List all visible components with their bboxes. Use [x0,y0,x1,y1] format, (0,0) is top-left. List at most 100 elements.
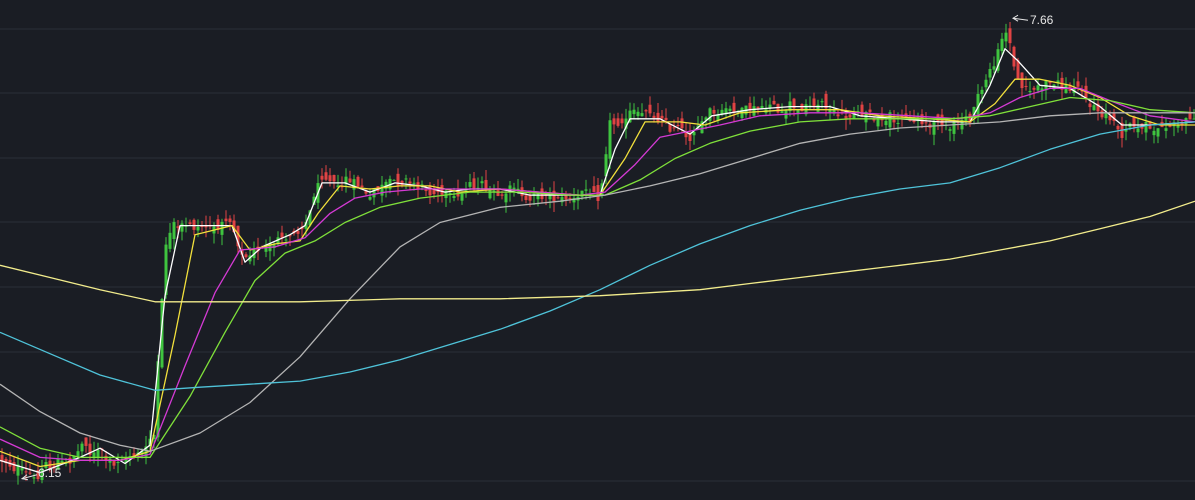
candle-body-89 [356,176,360,187]
candle-body-291 [1164,128,1168,131]
candle-body-56 [224,218,228,222]
candle-body-71 [284,239,288,241]
candle-body-138 [552,190,556,202]
candle-body-259 [1036,85,1040,91]
candle-body-45 [180,223,184,232]
candle-body-87 [348,178,352,183]
candle-body-254 [1016,60,1020,80]
candle-body-148 [592,186,596,193]
candle-body-57 [228,218,232,222]
candle-body-118 [472,178,476,189]
candle-body-61 [244,254,248,258]
candle-body-125 [500,194,504,196]
candle-body-110 [440,185,444,195]
candle-body-154 [616,118,620,126]
candle-body-178 [712,109,716,114]
candle-body-113 [452,195,456,199]
candle-body-272 [1088,103,1092,108]
candle-body-139 [556,197,560,199]
candle-body-217 [868,109,872,112]
candle-body-188 [752,106,756,116]
candle-body-166 [664,117,668,121]
candle-body-231 [924,122,928,124]
candle-body-83 [332,174,336,182]
candle-body-120 [480,181,484,184]
ma30-line [0,96,1195,459]
candle-body-19 [76,451,80,457]
candle-body-182 [728,108,732,112]
candle-body-233 [932,121,936,135]
candle-body-205 [820,101,824,103]
ma10-line [0,78,1195,468]
candle-body-297 [1188,113,1192,120]
candle-body-105 [420,184,424,186]
candle-body-246 [984,79,988,88]
ma5-line [0,48,1195,474]
candle-body-106 [424,189,428,192]
candle-body-80 [320,175,324,180]
candle-body-20 [80,443,84,452]
candle-body-163 [652,115,656,119]
candle-body-258 [1032,87,1036,90]
candle-body-95 [380,184,384,196]
ma120-line [0,121,1195,391]
candle-body-190 [760,105,764,109]
candle-body-284 [1136,128,1140,133]
candle-body-159 [636,111,640,116]
candle-body-82 [328,175,332,182]
candle-body-70 [280,232,284,238]
candle-body-247 [988,69,992,78]
candle-body-115 [460,193,464,201]
candle-body-162 [648,104,652,114]
candle-body-124 [496,189,500,196]
candle-body-145 [580,190,584,197]
candle-body-257 [1028,90,1032,92]
candle-body-221 [884,120,888,126]
candle-body-204 [816,104,820,112]
candle-body-183 [732,102,736,113]
candle-body-168 [672,127,676,129]
candle-body-203 [812,98,816,107]
candle-body-170 [680,118,684,129]
candle-body-92 [368,197,372,200]
candle-body-273 [1092,105,1096,111]
candle-body-275 [1100,110,1104,118]
candle-body-8 [32,477,36,479]
moving-average-lines [0,48,1195,474]
candle-body-90 [360,185,364,188]
candle-body-237 [948,129,952,131]
candle-body-212 [848,114,852,118]
candle-body-122 [488,190,492,199]
candle-body-160 [640,113,644,117]
candle-body-218 [872,119,876,121]
stock-chart: 7.66 6.15 [0,0,1195,500]
candle-body-288 [1152,130,1156,136]
annotations: 7.66 6.15 [20,13,1054,481]
candle-body-209 [836,114,840,117]
candle-body-195 [780,111,784,113]
candle-body-117 [468,182,472,187]
candle-body-42 [168,232,172,249]
candle-body-223 [892,119,896,123]
high-price-label: 7.66 [1030,13,1054,27]
candle-body-6 [24,471,28,473]
candle-body-146 [584,189,588,191]
candle-body-47 [188,222,192,224]
candle-body-164 [656,112,660,122]
candle-body-102 [408,181,412,184]
candle-body-279 [1116,125,1120,130]
candle-body-98 [392,179,396,181]
candle-body-7 [28,472,32,474]
candle-body-21 [84,437,88,446]
ma20-line [0,87,1195,462]
candle-body-15 [60,460,64,463]
candle-body-256 [1024,85,1028,87]
candles [0,21,1195,485]
candle-body-276 [1104,113,1108,119]
candle-body-286 [1144,121,1148,133]
candle-body-167 [668,124,672,132]
candle-body-252 [1008,28,1012,44]
candle-body-74 [296,230,300,234]
candle-body-248 [992,66,996,70]
candle-body-48 [192,219,196,230]
